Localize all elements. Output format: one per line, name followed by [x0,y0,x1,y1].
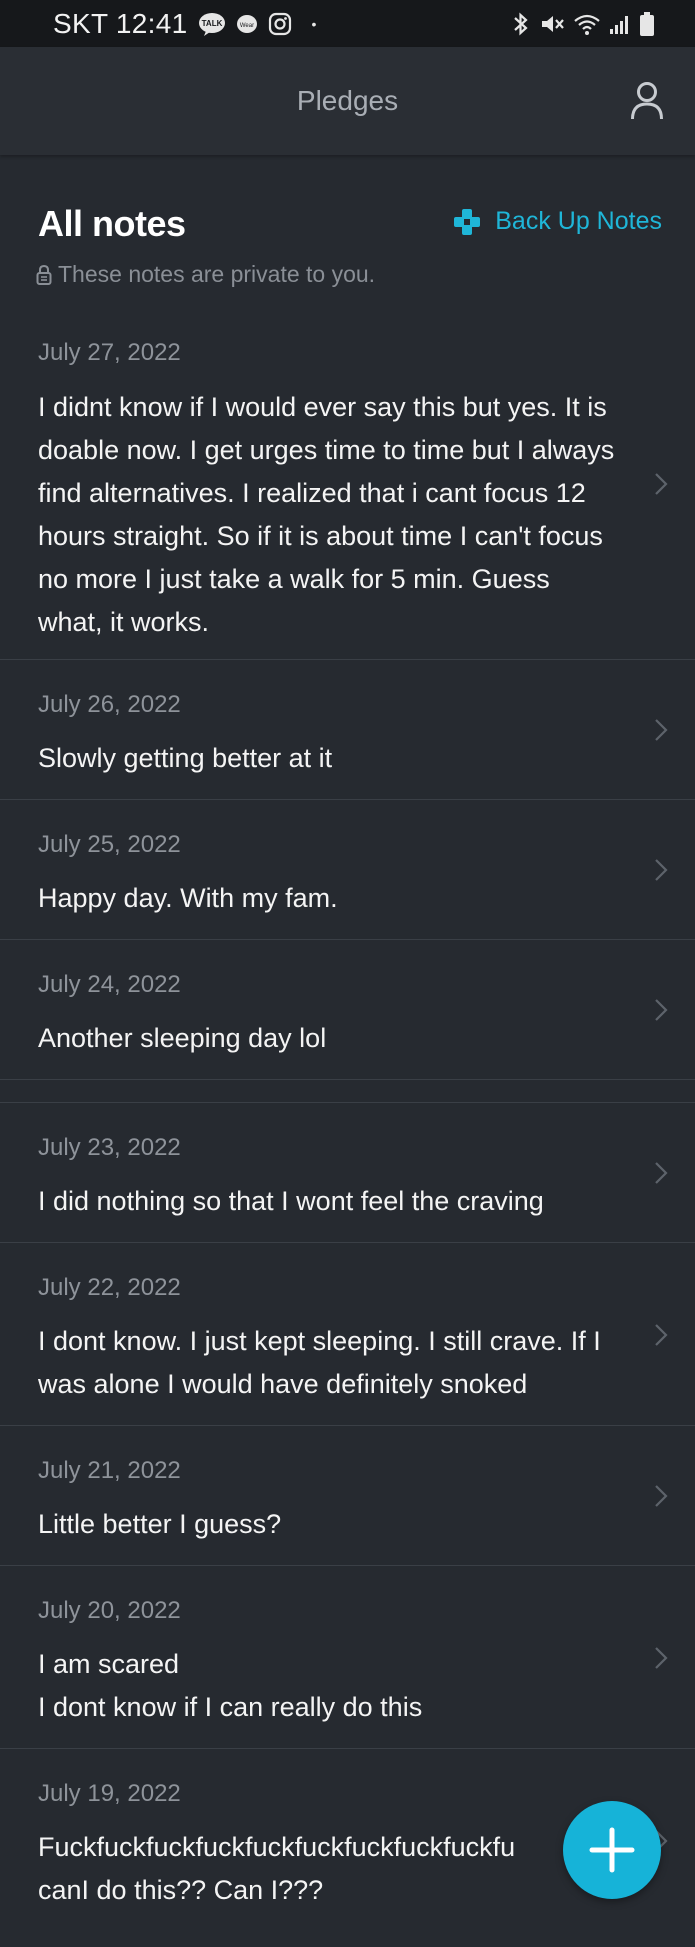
note-date: July 20, 2022 [38,1597,181,1624]
status-bar-right [511,0,655,47]
note-date: July 27, 2022 [38,339,181,366]
chevron-right-icon [649,856,673,884]
person-outline-icon [631,82,663,120]
add-note-button[interactable] [563,1801,661,1899]
notes-content: All notes Back Up Notes These notes are … [0,155,695,1947]
note-date: July 23, 2022 [38,1134,181,1161]
note-date: July 22, 2022 [38,1274,181,1301]
status-bar-left: SKT 12:41 TALK Wear • [53,0,316,47]
back-up-notes-label: Back Up Notes [495,207,662,235]
wifi-icon [573,12,601,36]
mute-icon [539,12,565,36]
note-date: July 21, 2022 [38,1457,181,1484]
back-up-notes-button[interactable]: Back Up Notes [453,207,662,236]
kakao-talk-icon: TALK [198,12,226,36]
wear-icon-label: Wear [239,23,253,29]
note-list-item[interactable]: July 22, 2022 I dont know. I just kept s… [0,1243,695,1426]
chevron-right-icon [649,1482,673,1510]
backup-cross-icon [454,208,481,235]
note-date: July 25, 2022 [38,831,181,858]
plus-icon [589,1827,635,1873]
list-divider [0,1080,695,1103]
note-text: I did nothing so that I wont feel the cr… [38,1186,544,1216]
chevron-right-icon [649,470,673,498]
note-list-item[interactable]: July 20, 2022 I am scared I dont know if… [0,1566,695,1749]
status-bar: SKT 12:41 TALK Wear • [0,0,695,47]
note-list-item[interactable]: July 24, 2022 Another sleeping day lol [0,940,695,1080]
wear-icon: Wear [236,14,258,34]
notes-list: July 27, 2022 I didnt know if I would ev… [0,305,695,1932]
note-text: I am scared I dont know if I can really … [38,1649,423,1722]
battery-icon [639,11,655,37]
lock-icon [36,264,52,285]
notes-header: All notes Back Up Notes These notes are … [0,155,695,305]
signal-icon [609,13,631,35]
note-text: Happy day. With my fam. [38,883,338,913]
carrier-time: SKT 12:41 [53,7,188,39]
note-list-item[interactable]: July 25, 2022 Happy day. With my fam. [0,800,695,940]
instagram-icon [268,12,292,36]
note-text: I didnt know if I would ever say this bu… [38,392,615,637]
note-text: Fuckfuckfuckfuckfuckfuckfuckfuckfuckfu c… [38,1832,516,1905]
note-date: July 19, 2022 [38,1780,181,1807]
note-date: July 26, 2022 [38,691,181,718]
privacy-note: These notes are private to you. [36,261,375,288]
note-text: Slowly getting better at it [38,743,333,773]
note-text: I dont know. I just kept sleeping. I sti… [38,1326,601,1399]
app-bar: Pledges [0,47,695,155]
note-text: Little better I guess? [38,1509,282,1539]
note-date: July 24, 2022 [38,971,181,998]
note-text: Another sleeping day lol [38,1023,327,1053]
profile-button[interactable] [625,77,669,125]
notification-dot: • [311,15,317,32]
bluetooth-icon [511,12,531,36]
privacy-note-text: These notes are private to you. [58,261,376,287]
chevron-right-icon [649,716,673,744]
chevron-right-icon [649,1321,673,1349]
note-list-item[interactable]: July 21, 2022 Little better I guess? [0,1426,695,1566]
chevron-right-icon [649,996,673,1024]
page-title: All notes [38,203,186,244]
talk-icon-label: TALK [201,19,222,28]
note-list-item[interactable]: July 27, 2022 I didnt know if I would ev… [0,305,695,660]
chevron-right-icon [649,1644,673,1672]
app-title: Pledges [296,85,399,116]
note-list-item[interactable]: July 23, 2022 I did nothing so that I wo… [0,1103,695,1243]
chevron-right-icon [649,1159,673,1187]
note-list-item[interactable]: July 26, 2022 Slowly getting better at i… [0,660,695,800]
